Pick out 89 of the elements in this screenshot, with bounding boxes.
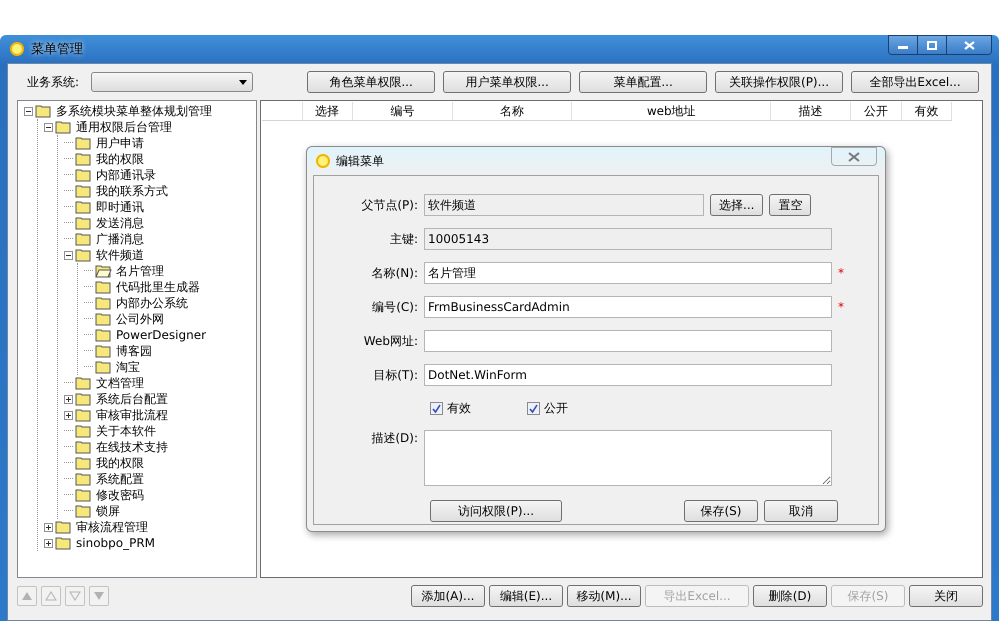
text-field[interactable]: FrmBusinessCardAdmin [424,296,832,318]
expander-icon[interactable] [64,410,73,420]
checkbox-label: 公开 [544,400,568,416]
tree-item[interactable]: PowerDesigner [114,328,208,342]
action-button[interactable]: 编辑(E)... [489,585,563,607]
action-button[interactable]: 移动(M)... [567,585,641,607]
field-label: 名称(N): [370,264,418,282]
caret-icon [239,80,248,85]
tree-item[interactable]: 系统后台配置 [94,390,170,408]
tree-item[interactable]: 锁屏 [94,502,122,520]
action-button[interactable]: 关闭 [909,585,983,607]
text-field[interactable]: 名片管理 [424,262,832,284]
tree-item[interactable]: 审核流程管理 [74,518,150,536]
tree-item[interactable]: 名片管理 [114,262,166,280]
toolbar-button[interactable]: 关联操作权限(P)... [715,71,844,93]
field-label: Web网址: [362,332,418,350]
checkbox[interactable] [430,402,443,414]
tree-item[interactable]: 软件频道 [94,246,146,264]
minimize-button[interactable] [889,36,918,54]
text-field[interactable]: 软件频道 [424,194,704,216]
toolbar-button[interactable]: 全部导出Excel... [851,71,980,93]
tree-item[interactable]: 我的权限 [94,150,146,168]
expander-icon[interactable] [44,122,53,132]
text-field[interactable] [424,330,832,352]
checkbox-label: 有效 [447,400,471,416]
column-header[interactable]: 选择 [302,102,353,120]
tree-item[interactable]: 公司外网 [114,310,166,328]
dialog-title: 编辑菜单 [336,152,384,170]
toolbar-button[interactable]: 菜单配置... [579,71,708,93]
tree-item[interactable]: 多系统模块菜单整体规划管理 [54,102,214,120]
app-icon [315,153,331,169]
tree-item[interactable]: 修改密码 [94,486,146,504]
required-mark: * [838,266,845,280]
system-dropdown[interactable] [91,72,254,92]
tree-item[interactable]: 通用权限后台管理 [74,118,174,136]
tree-item[interactable]: 文档管理 [94,374,146,392]
tree-item[interactable]: 代码批里生成器 [114,278,202,296]
field-label: 描述(D): [370,430,418,447]
maximize-button[interactable] [918,36,947,54]
triangle-icon [45,590,57,602]
triangle-icon [93,590,105,602]
tree-item[interactable]: 博客园 [114,342,154,360]
expander-icon[interactable] [24,106,33,116]
toolbar-button[interactable]: 用户菜单权限... [443,71,572,93]
field-label: 主键: [388,230,418,248]
tree-item[interactable]: 我的权限 [94,454,146,472]
field-label: 编号(C): [371,298,418,316]
window-title: 菜单管理 [31,41,83,58]
tree-item[interactable]: 系统配置 [94,470,146,488]
dialog-button[interactable]: 取消 [764,500,838,522]
tree-item[interactable]: 发送消息 [94,214,146,232]
expander-icon[interactable] [64,394,73,404]
close-icon [848,152,860,162]
text-field[interactable]: DotNet.WinForm [424,364,832,386]
dialog-button[interactable]: 保存(S) [684,500,758,522]
checkbox[interactable] [527,402,540,414]
action-button[interactable]: 添加(A)... [411,585,485,607]
close-button[interactable] [947,36,991,54]
tree-item[interactable]: 关于本软件 [94,422,158,440]
text-field[interactable]: 10005143 [424,228,832,250]
tree-item[interactable]: 我的联系方式 [94,182,170,200]
app-icon [9,41,25,57]
field-label: 父节点(P): [360,196,418,214]
expander-icon[interactable] [64,250,73,260]
tree-item[interactable]: sinobpo_PRM [74,536,158,550]
close-button[interactable] [831,147,877,166]
action-button[interactable]: 删除(D) [753,585,827,607]
field-label: 目标(T): [372,366,418,384]
tree-item[interactable]: 内部办公系统 [114,294,190,312]
triangle-icon [21,590,33,602]
triangle-icon [69,590,81,602]
tree-item[interactable]: 即时通讯 [94,198,146,216]
tree-item[interactable]: 淘宝 [114,358,142,376]
toolbar-button[interactable]: 角色菜单权限... [307,71,436,93]
access-button[interactable]: 访问权限(P)... [430,500,562,522]
maximize-icon [927,40,937,50]
tree-item[interactable]: 审核审批流程 [94,406,170,424]
tree-item[interactable]: 用户申请 [94,134,146,152]
tree-item[interactable]: 内部通讯录 [94,166,158,184]
expander-icon[interactable] [44,538,53,548]
tree-item[interactable]: 在线技术支持 [94,438,170,456]
expander-icon[interactable] [44,522,53,532]
required-mark: * [838,300,845,314]
tree-item[interactable]: 广播消息 [94,230,146,248]
field-label: 业务系统: [27,74,80,90]
close-icon [964,40,974,50]
dialog-button[interactable]: 置空 [769,194,812,216]
column-header[interactable]: 有效 [902,102,952,120]
dialog-button[interactable]: 选择... [710,194,764,216]
